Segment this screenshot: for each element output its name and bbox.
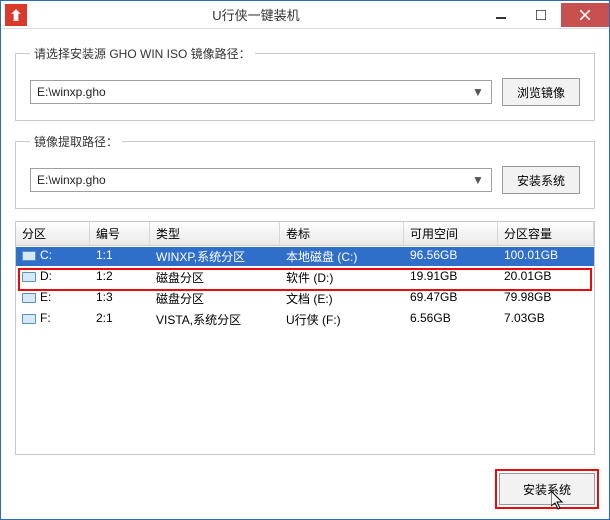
table-cell: 软件 (D:): [280, 268, 404, 287]
title-bar: U行侠一键装机: [1, 1, 609, 29]
app-icon: [5, 4, 27, 26]
extract-group: 镜像提取路径： E:\winxp.gho ▼ 安装系统: [15, 133, 595, 209]
chevron-down-icon: ▼: [471, 85, 485, 99]
table-cell: 69.47GB: [404, 289, 498, 308]
close-button[interactable]: [561, 3, 609, 27]
extract-path-combo[interactable]: E:\winxp.gho ▼: [30, 168, 492, 192]
maximize-icon: [536, 10, 546, 20]
table-row[interactable]: D:1:2磁盘分区软件 (D:)19.91GB20.01GB: [16, 267, 594, 288]
table-cell: 磁盘分区: [150, 289, 280, 308]
table-cell: VISTA,系统分区: [150, 310, 280, 329]
table-cell: C:: [16, 247, 90, 266]
table-cell: 79.98GB: [498, 289, 594, 308]
window-title: U行侠一键装机: [31, 5, 481, 24]
table-cell: 19.91GB: [404, 268, 498, 287]
table-cell: 2:1: [90, 310, 150, 329]
table-header: 分区 编号 类型 卷标 可用空间 分区容量: [16, 222, 594, 246]
minimize-button[interactable]: [481, 3, 521, 27]
drive-icon: [22, 272, 36, 282]
install-system-button[interactable]: 安装系统: [499, 473, 595, 505]
source-path-combo[interactable]: E:\winxp.gho ▼: [30, 80, 492, 104]
table-cell: 7.03GB: [498, 310, 594, 329]
table-cell: 6.56GB: [404, 310, 498, 329]
table-cell: E:: [16, 289, 90, 308]
table-cell: 文档 (E:): [280, 289, 404, 308]
source-path-value: E:\winxp.gho: [37, 85, 471, 99]
table-cell: 96.56GB: [404, 247, 498, 266]
table-cell: 100.01GB: [498, 247, 594, 266]
col-number[interactable]: 编号: [90, 222, 150, 245]
table-cell: WINXP,系统分区: [150, 247, 280, 266]
table-row[interactable]: F:2:1VISTA,系统分区U行侠 (F:)6.56GB7.03GB: [16, 309, 594, 330]
col-label[interactable]: 卷标: [280, 222, 404, 245]
app-window: U行侠一键装机 请选择安装源 GHO WIN ISO 镜像路径： E:\winx…: [0, 0, 610, 520]
table-row[interactable]: E:1:3磁盘分区文档 (E:)69.47GB79.98GB: [16, 288, 594, 309]
table-cell: 1:1: [90, 247, 150, 266]
install-system-button-top[interactable]: 安装系统: [502, 166, 580, 194]
col-size[interactable]: 分区容量: [498, 222, 594, 245]
body: 请选择安装源 GHO WIN ISO 镜像路径： E:\winxp.gho ▼ …: [1, 29, 609, 519]
source-group: 请选择安装源 GHO WIN ISO 镜像路径： E:\winxp.gho ▼ …: [15, 45, 595, 121]
drive-icon: [22, 293, 36, 303]
table-cell: 本地磁盘 (C:): [280, 247, 404, 266]
drive-icon: [22, 251, 36, 261]
chevron-down-icon: ▼: [471, 173, 485, 187]
table-cell: F:: [16, 310, 90, 329]
close-icon: [580, 10, 590, 20]
table-cell: 1:2: [90, 268, 150, 287]
table-cell: 磁盘分区: [150, 268, 280, 287]
col-partition[interactable]: 分区: [16, 222, 90, 245]
table-cell: 20.01GB: [498, 268, 594, 287]
table-cell: U行侠 (F:): [280, 310, 404, 329]
partition-table: 分区 编号 类型 卷标 可用空间 分区容量 C:1:1WINXP,系统分区本地磁…: [15, 221, 595, 455]
minimize-icon: [496, 10, 506, 20]
table-row[interactable]: C:1:1WINXP,系统分区本地磁盘 (C:)96.56GB100.01GB: [16, 246, 594, 267]
table-body: C:1:1WINXP,系统分区本地磁盘 (C:)96.56GB100.01GBD…: [16, 246, 594, 454]
table-cell: 1:3: [90, 289, 150, 308]
extract-legend: 镜像提取路径：: [30, 133, 122, 150]
col-type[interactable]: 类型: [150, 222, 280, 245]
col-free[interactable]: 可用空间: [404, 222, 498, 245]
footer: 安装系统: [15, 467, 595, 505]
window-controls: [481, 3, 609, 27]
table-cell: D:: [16, 268, 90, 287]
maximize-button[interactable]: [521, 3, 561, 27]
browse-image-button[interactable]: 浏览镜像: [502, 78, 580, 106]
extract-path-value: E:\winxp.gho: [37, 173, 471, 187]
drive-icon: [22, 314, 36, 324]
source-legend: 请选择安装源 GHO WIN ISO 镜像路径：: [30, 45, 255, 62]
